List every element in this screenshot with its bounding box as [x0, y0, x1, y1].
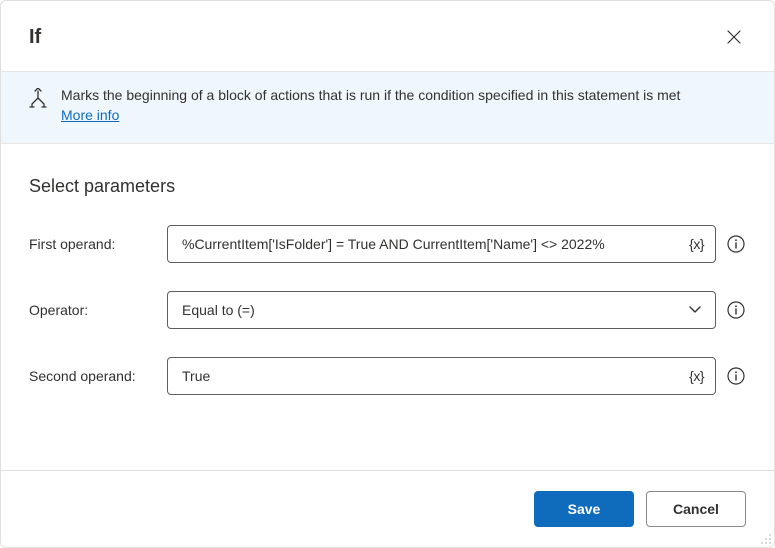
info-icon[interactable] [726, 234, 746, 254]
operator-select[interactable]: Equal to (=) [167, 291, 716, 329]
resize-grip[interactable] [760, 533, 772, 545]
dialog-content: Select parameters First operand: {x} Ope… [1, 144, 774, 470]
second-operand-input[interactable] [167, 357, 716, 395]
second-operand-row: Second operand: {x} [29, 357, 746, 395]
close-button[interactable] [718, 21, 750, 53]
operator-wrap: Equal to (=) [167, 291, 716, 329]
first-operand-row: First operand: {x} [29, 225, 746, 263]
info-text: Marks the beginning of a block of action… [61, 86, 680, 125]
info-description: Marks the beginning of a block of action… [61, 87, 680, 103]
first-operand-input[interactable] [167, 225, 716, 263]
variable-picker-button[interactable]: {x} [685, 366, 708, 386]
first-operand-label: First operand: [29, 236, 157, 252]
cancel-button[interactable]: Cancel [646, 491, 746, 527]
second-operand-label: Second operand: [29, 368, 157, 384]
dialog-footer: Save Cancel [1, 470, 774, 547]
info-banner: Marks the beginning of a block of action… [1, 71, 774, 144]
section-title: Select parameters [29, 176, 746, 197]
second-operand-wrap: {x} [167, 357, 716, 395]
close-icon [727, 30, 741, 44]
more-info-link[interactable]: More info [61, 107, 119, 123]
info-icon[interactable] [726, 366, 746, 386]
branch-icon [29, 88, 47, 111]
variable-picker-button[interactable]: {x} [685, 234, 708, 254]
info-icon[interactable] [726, 300, 746, 320]
dialog-header: If [1, 1, 774, 71]
first-operand-wrap: {x} [167, 225, 716, 263]
dialog-title: If [29, 26, 41, 49]
save-button[interactable]: Save [534, 491, 634, 527]
operator-row: Operator: Equal to (=) [29, 291, 746, 329]
operator-label: Operator: [29, 302, 157, 318]
